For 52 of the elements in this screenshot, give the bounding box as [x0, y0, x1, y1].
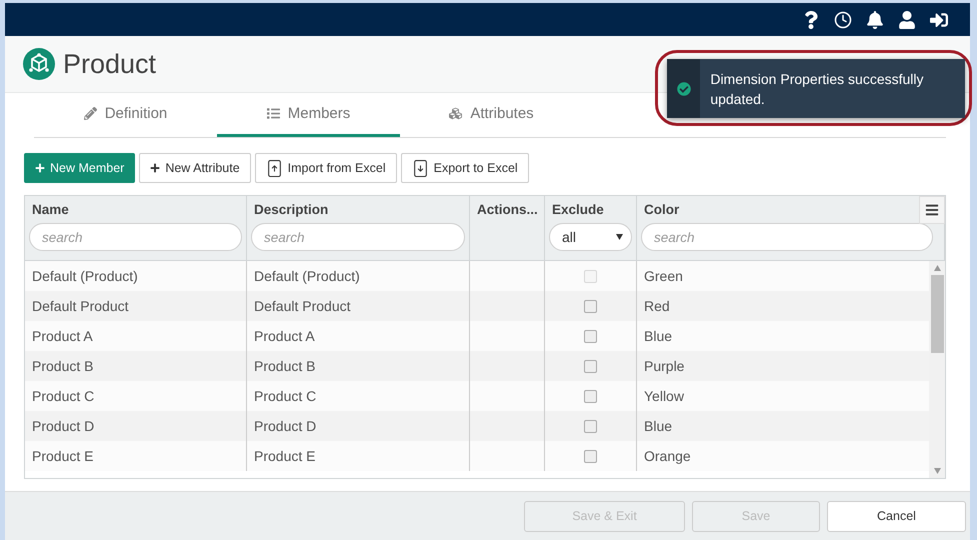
cube-logo-icon — [23, 48, 55, 80]
tab[interactable]: Members — [217, 93, 400, 137]
cubes-icon — [449, 107, 462, 120]
file-upload-icon — [266, 160, 283, 176]
user-icon[interactable] — [898, 10, 916, 28]
table-cell-text: Green — [643, 267, 684, 286]
column-label: Exclude — [551, 202, 605, 217]
column-label: Actions... — [476, 202, 539, 217]
column-label: Description — [253, 202, 330, 217]
tab[interactable]: Attributes — [400, 93, 583, 137]
file-download-icon — [412, 160, 429, 176]
checkbox[interactable] — [584, 330, 597, 342]
plus-icon — [150, 163, 160, 173]
search-field[interactable]: search — [251, 223, 465, 251]
list-icon — [266, 107, 280, 120]
table-cell-text: Yellow — [643, 387, 685, 406]
search-field[interactable]: search — [29, 223, 242, 251]
scroll-down-icon — [934, 468, 940, 474]
page-title: Product — [63, 48, 156, 80]
table-cell-text: Purple — [643, 357, 686, 376]
checkbox[interactable] — [584, 390, 597, 402]
toolbar-button[interactable]: New Attribute — [139, 153, 251, 183]
table-cell: Product E — [247, 441, 470, 471]
table-cell-text: Blue — [643, 417, 674, 436]
scroll-up-icon — [934, 265, 940, 271]
footer-button[interactable]: Cancel — [827, 500, 966, 532]
tab[interactable]: Definition — [34, 93, 217, 137]
checkbox[interactable] — [584, 450, 597, 462]
checkbox[interactable] — [584, 360, 597, 372]
column-label: Name — [31, 202, 70, 217]
table-cell-text: Orange — [643, 447, 692, 466]
plus-icon — [35, 163, 45, 173]
toast-message: Dimension Properties successfully updated. — [709, 70, 925, 109]
toolbar-button[interactable]: New Member — [24, 153, 136, 183]
checkbox[interactable] — [584, 420, 597, 432]
search-field[interactable]: search — [641, 223, 933, 251]
caret-icon — [616, 234, 623, 240]
scrollbar[interactable] — [929, 261, 945, 478]
menu-icon[interactable] — [919, 196, 945, 224]
table-cell-text: Blue — [643, 327, 674, 346]
table-cell-text: Red — [643, 297, 671, 316]
column-label: Color — [643, 202, 680, 217]
bell-icon[interactable] — [866, 10, 884, 28]
toolbar-button[interactable]: Export to Excel — [400, 153, 529, 183]
filter-select[interactable]: all — [549, 223, 632, 251]
help-icon[interactable] — [802, 10, 820, 28]
toolbar-button[interactable]: Import from Excel — [254, 153, 397, 183]
checkbox[interactable] — [584, 300, 597, 312]
pencil-icon — [84, 107, 97, 120]
table-cell: Product E — [25, 441, 247, 471]
clock-icon[interactable] — [834, 10, 852, 28]
logout-icon[interactable] — [930, 10, 948, 28]
